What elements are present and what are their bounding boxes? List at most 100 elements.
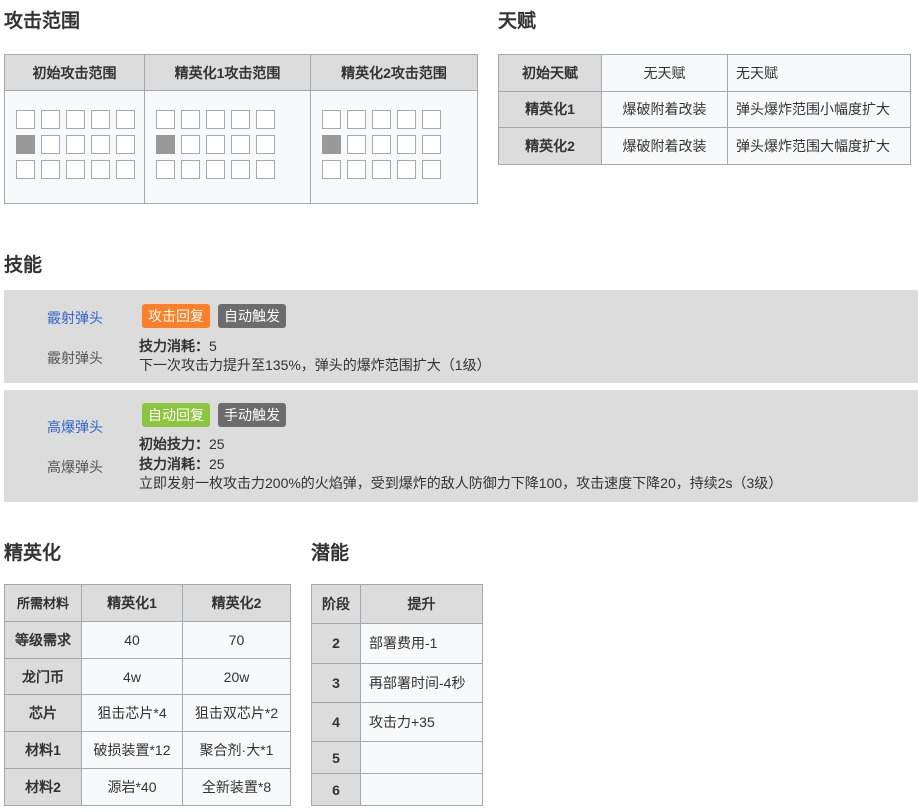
range-table: 初始攻击范围 精英化1攻击范围 精英化2攻击范围 [4, 54, 478, 204]
range-empty-cell [397, 110, 416, 129]
elite-table: 所需材料 精英化1 精英化2 等级需求 40 70 龙门币 4w 20w 芯片 … [4, 584, 291, 806]
potential-section-title: 潜能 [311, 543, 350, 564]
skill-description: 下一次攻击力提升至135%，弹头的爆炸范围扩大（1级） [139, 357, 491, 373]
range-empty-cell [422, 110, 441, 129]
potential-effect [360, 741, 483, 775]
range-empty-cell [397, 135, 416, 154]
talent-name: 爆破附着改装 [601, 90, 728, 129]
range-empty-cell [322, 110, 341, 129]
elite-row-label: 等级需求 [4, 620, 82, 659]
skill-panel-2: 高爆弹头 高爆弹头 自动回复 手动触发 初始技力：25 技力消耗：25 立即发射… [4, 390, 918, 502]
skill-name: 霰射弹头 [47, 350, 103, 366]
elite-row-label: 材料1 [4, 731, 82, 770]
range-empty-cell [347, 135, 366, 154]
skill-cost-line: 技力消耗：25 [139, 454, 225, 474]
range-empty-cell [181, 135, 200, 154]
skill-name: 高爆弹头 [47, 459, 103, 475]
range-operator-cell [156, 135, 175, 154]
range-empty-cell [372, 135, 391, 154]
skill-cost-line: 技力消耗：5 [139, 336, 217, 356]
range-empty-cell [156, 110, 175, 129]
potential-header: 提升 [360, 583, 483, 625]
range-empty-cell [156, 160, 175, 179]
range-empty-cell [16, 110, 35, 129]
potential-effect: 部署费用-1 [360, 623, 483, 664]
elite-header: 所需材料 [4, 584, 82, 622]
range-empty-cell [256, 110, 275, 129]
range-empty-cell [116, 135, 135, 154]
skill-initial-sp-line: 初始技力：25 [139, 434, 225, 454]
recovery-type-badge: 自动回复 [142, 403, 210, 427]
talent-row-label: 精英化2 [498, 127, 602, 165]
skill-cost-label: 技力消耗： [139, 338, 209, 354]
elite-header: 精英化2 [182, 584, 291, 622]
range-empty-cell [231, 160, 250, 179]
range-empty-cell [206, 135, 225, 154]
talent-name: 无天赋 [601, 54, 728, 92]
range-empty-cell [66, 135, 85, 154]
range-header-elite1: 精英化1攻击范围 [144, 54, 311, 91]
range-empty-cell [41, 135, 60, 154]
skill-description: 立即发射一枚攻击力200%的火焰弹，受到爆炸的敌人防御力下降100，攻击速度下降… [139, 475, 783, 491]
range-empty-cell [41, 160, 60, 179]
range-empty-cell [41, 110, 60, 129]
range-grid-initial [4, 90, 145, 204]
elite-cell: 20w [182, 657, 291, 696]
talent-name: 爆破附着改装 [601, 127, 728, 165]
range-empty-cell [422, 135, 441, 154]
range-empty-cell [91, 135, 110, 154]
skill-cost-label: 技力消耗： [139, 456, 209, 472]
potential-stage: 3 [311, 662, 361, 703]
recovery-type-badge: 攻击回复 [142, 304, 210, 328]
range-empty-cell [397, 160, 416, 179]
potential-header: 阶段 [311, 583, 361, 625]
range-empty-cell [181, 160, 200, 179]
range-empty-cell [116, 110, 135, 129]
range-empty-cell [231, 110, 250, 129]
range-empty-cell [372, 160, 391, 179]
talent-desc: 无天赋 [727, 54, 911, 92]
talent-section-title: 天赋 [498, 11, 537, 32]
range-empty-cell [206, 110, 225, 129]
range-empty-cell [206, 160, 225, 179]
elite-cell: 70 [182, 620, 291, 659]
range-empty-cell [66, 110, 85, 129]
range-operator-cell [322, 135, 341, 154]
range-empty-cell [322, 160, 341, 179]
trigger-type-badge: 自动触发 [218, 304, 286, 328]
potential-effect: 再部署时间-4秒 [360, 662, 483, 703]
elite-cell: 源岩*40 [81, 768, 183, 806]
talent-table: 初始天赋 无天赋 无天赋 精英化1 爆破附着改装 弹头爆炸范围小幅度扩大 精英化… [498, 54, 911, 165]
skill-cost-value: 25 [209, 456, 225, 472]
elite-cell: 40 [81, 620, 183, 659]
elite-row-label: 芯片 [4, 694, 82, 733]
elite-cell: 聚合剂·大*1 [182, 731, 291, 770]
range-empty-cell [116, 160, 135, 179]
talent-row-label: 初始天赋 [498, 54, 602, 92]
skill-panel-1: 霰射弹头 霰射弹头 攻击回复 自动触发 技力消耗：5 下一次攻击力提升至135%… [4, 290, 918, 383]
range-section-title: 攻击范围 [4, 11, 81, 32]
range-empty-cell [256, 135, 275, 154]
range-empty-cell [91, 160, 110, 179]
range-header-elite2: 精英化2攻击范围 [310, 54, 478, 91]
skills-section-title: 技能 [4, 255, 43, 276]
potential-stage: 6 [311, 773, 361, 806]
skill-name-link[interactable]: 霰射弹头 [47, 308, 103, 328]
skill-initial-sp-value: 25 [209, 436, 225, 452]
potential-effect [360, 773, 483, 806]
range-grid-elite1 [144, 90, 311, 204]
potential-stage: 2 [311, 623, 361, 664]
elite-cell: 4w [81, 657, 183, 696]
skill-name-link[interactable]: 高爆弹头 [47, 417, 103, 437]
skill-initial-sp-label: 初始技力： [139, 436, 209, 452]
potential-effect: 攻击力+35 [360, 701, 483, 743]
elite-row-label: 龙门币 [4, 657, 82, 696]
potential-stage: 5 [311, 741, 361, 775]
talent-desc: 弹头爆炸范围大幅度扩大 [727, 127, 911, 165]
range-empty-cell [181, 110, 200, 129]
range-empty-cell [256, 160, 275, 179]
range-empty-cell [347, 160, 366, 179]
range-empty-cell [231, 135, 250, 154]
elite-cell: 破损装置*12 [81, 731, 183, 770]
elite-cell: 狙击双芯片*2 [182, 694, 291, 733]
